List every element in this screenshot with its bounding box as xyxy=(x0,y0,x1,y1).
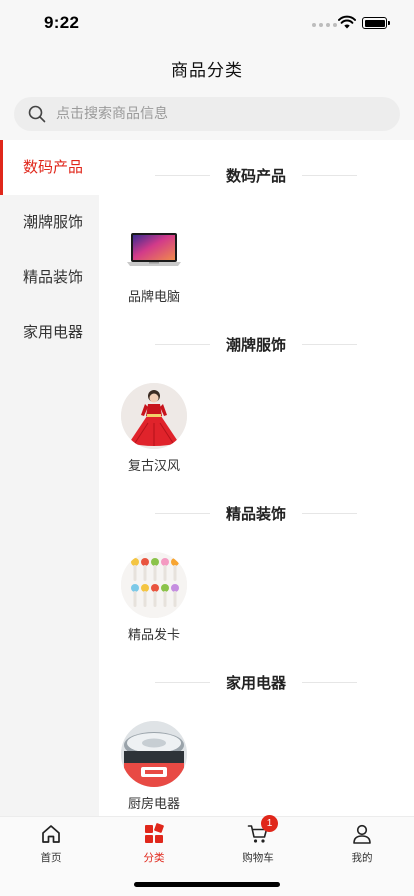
sidebar-item-label: 数码产品 xyxy=(23,158,84,176)
divider-line xyxy=(155,174,210,176)
tab-home[interactable]: 首页 xyxy=(16,823,86,865)
page-title: 商品分类 xyxy=(171,61,243,81)
home-indicator xyxy=(134,882,280,887)
section-header: 潮牌服饰 xyxy=(155,332,358,356)
cart-count-badge: 1 xyxy=(261,815,278,832)
section-title: 数码产品 xyxy=(226,166,287,185)
search-icon xyxy=(28,105,46,123)
search-input[interactable] xyxy=(56,97,386,131)
product-name: 精品发卡 xyxy=(127,628,180,643)
wifi-icon xyxy=(338,15,356,29)
tab-label: 购物车 xyxy=(242,852,274,864)
kitchen-appliance-image xyxy=(121,721,187,787)
divider-line xyxy=(302,343,358,345)
product-item[interactable]: 复古汉风 xyxy=(121,383,187,474)
tab-label: 我的 xyxy=(351,852,373,864)
section-header: 数码产品 xyxy=(155,163,358,187)
divider-line xyxy=(302,512,358,514)
sidebar-item-label: 潮牌服饰 xyxy=(23,213,84,231)
category-section: 潮牌服饰 复古汉风 xyxy=(99,309,414,478)
divider-line xyxy=(155,343,210,345)
category-section: 数码产品 品牌电脑 xyxy=(99,140,414,309)
tab-label: 首页 xyxy=(40,852,62,864)
section-title: 家用电器 xyxy=(226,673,287,692)
divider-line xyxy=(302,174,358,176)
category-sidebar: 数码产品 潮牌服饰 精品装饰 家用电器 xyxy=(0,140,99,816)
product-item[interactable]: 精品发卡 xyxy=(121,552,187,643)
divider-line xyxy=(155,681,210,683)
product-name: 品牌电脑 xyxy=(127,290,180,305)
product-name: 复古汉风 xyxy=(127,459,180,474)
section-header: 精品装饰 xyxy=(155,501,358,525)
category-content: 数码产品 品牌电脑 潮牌服饰 复古汉风 精品装饰 精品发卡 家用电器 厨房电器 xyxy=(99,140,414,816)
sidebar-item-label: 精品装饰 xyxy=(23,268,84,286)
red-dress-image xyxy=(121,383,187,449)
tab-cart[interactable]: 1 购物车 xyxy=(223,815,293,865)
sidebar-item-label: 家用电器 xyxy=(23,323,84,341)
status-bar: 9:22 xyxy=(0,0,414,48)
laptop-image xyxy=(121,214,187,280)
user-icon xyxy=(353,824,371,844)
sidebar-item-fashion[interactable]: 潮牌服饰 xyxy=(0,195,99,250)
battery-icon xyxy=(362,17,390,29)
section-title: 潮牌服饰 xyxy=(226,335,287,354)
section-header: 家用电器 xyxy=(155,670,358,694)
category-section: 家用电器 厨房电器 xyxy=(99,647,414,816)
hairpins-image xyxy=(121,552,187,618)
category-section: 精品装饰 精品发卡 xyxy=(99,478,414,647)
cart-icon-wrap: 1 xyxy=(247,815,278,845)
search-bar xyxy=(0,88,414,140)
signal-dots-icon xyxy=(312,23,337,27)
sidebar-item-appliances[interactable]: 家用电器 xyxy=(0,305,99,360)
tab-profile[interactable]: 我的 xyxy=(327,823,397,865)
nav-bar: 商品分类 xyxy=(0,48,414,88)
product-item[interactable]: 厨房电器 xyxy=(121,721,187,812)
status-time: 9:22 xyxy=(44,13,80,32)
sidebar-item-digital[interactable]: 数码产品 xyxy=(0,140,99,195)
tab-label: 分类 xyxy=(143,852,165,864)
section-title: 精品装饰 xyxy=(226,504,287,523)
search-box[interactable] xyxy=(14,97,400,131)
tab-category[interactable]: 分类 xyxy=(119,823,189,865)
sidebar-item-decor[interactable]: 精品装饰 xyxy=(0,250,99,305)
category-grid-icon xyxy=(145,823,164,843)
divider-line xyxy=(155,512,210,514)
product-name: 厨房电器 xyxy=(127,797,180,812)
home-icon xyxy=(42,825,60,843)
product-item[interactable]: 品牌电脑 xyxy=(121,214,187,305)
divider-line xyxy=(302,681,358,683)
